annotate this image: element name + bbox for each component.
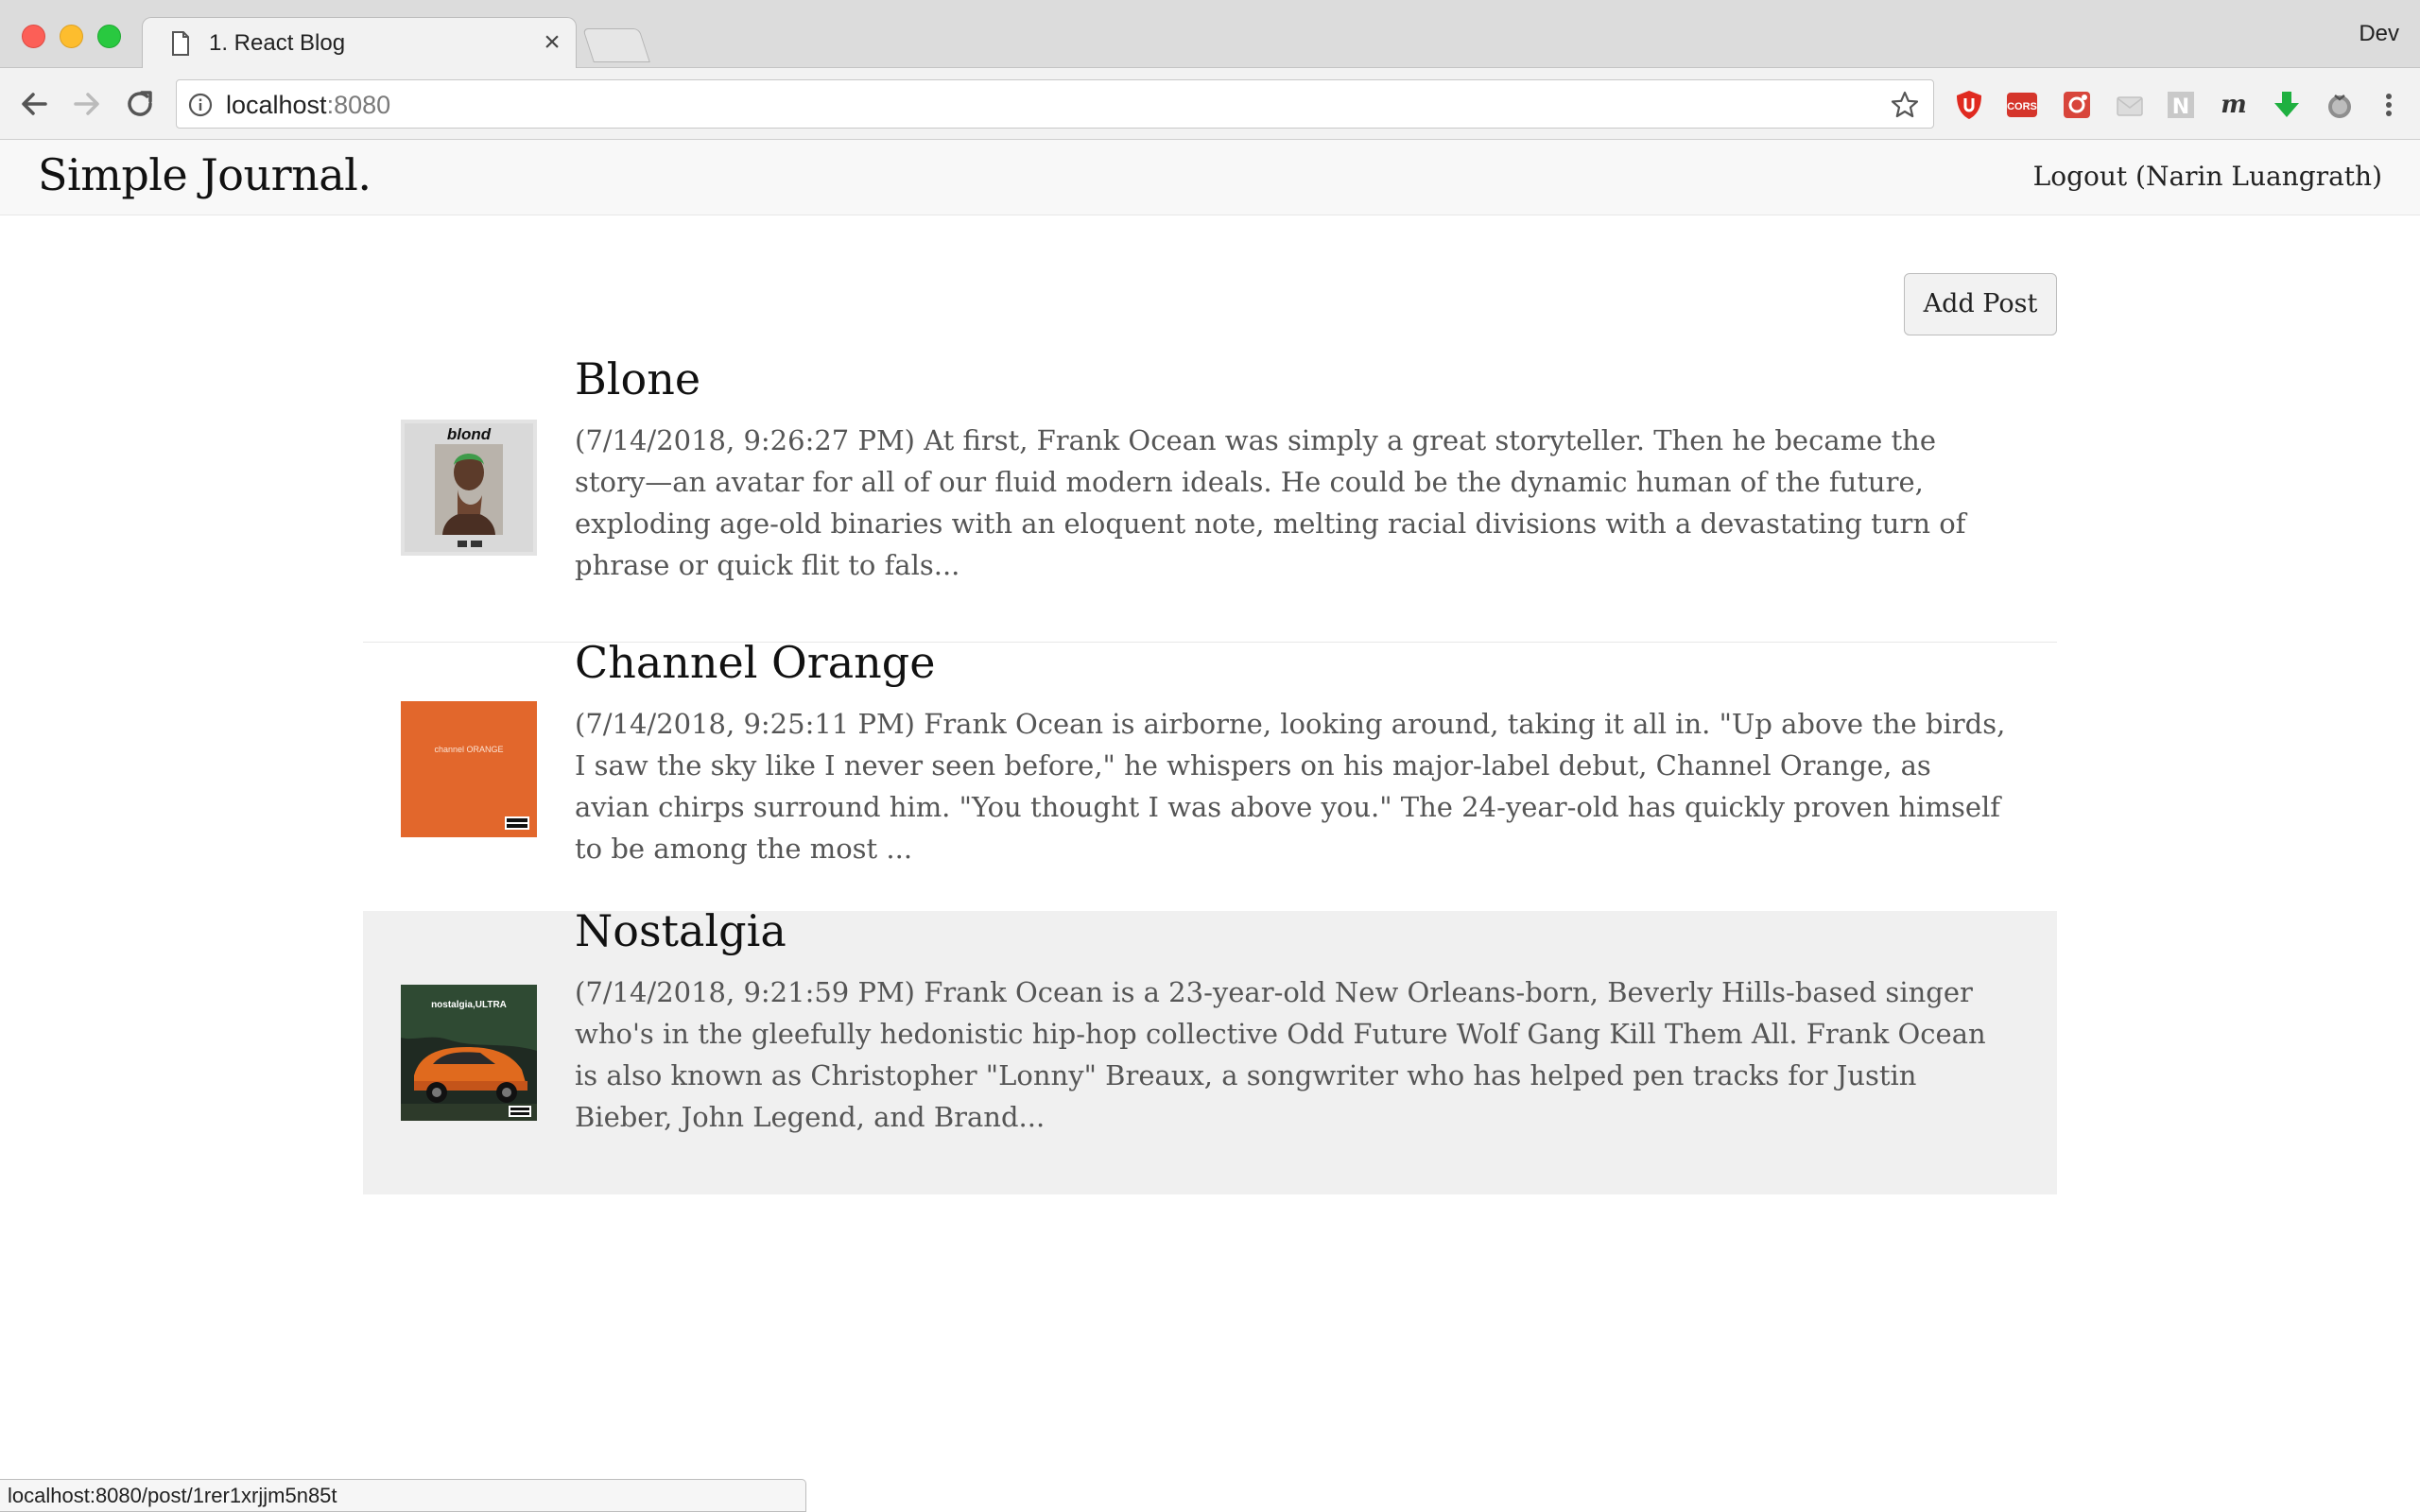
post-title[interactable]: Blone	[575, 353, 700, 404]
browser-toolbar: localhost:8080 CORS N m	[0, 68, 2420, 140]
cover-title-text: nostalgia,ULTRA	[431, 1000, 507, 1010]
cors-icon[interactable]: CORS	[2006, 89, 2038, 121]
post-title[interactable]: Nostalgia	[575, 905, 786, 956]
post-list-item[interactable]: channel ORANGE Channel Orange (7/14/2018…	[363, 637, 2057, 926]
site-brand[interactable]: Simple Journal.	[38, 149, 372, 200]
browser-tab-strip: 1. React Blog × Dev	[0, 0, 2420, 69]
browser-tab-active[interactable]: 1. React Blog ×	[142, 17, 577, 69]
ublock-icon[interactable]	[1953, 89, 1985, 121]
post-excerpt: (7/14/2018, 9:26:27 PM) At first, Frank …	[575, 424, 1966, 581]
notion-icon[interactable]: N	[2165, 89, 2197, 121]
post-list-item[interactable]: nostalgia,ULTRA Nostalgia (7/14/2018, 9:…	[363, 905, 2057, 1194]
post-cover-blond: blond	[401, 420, 537, 556]
reload-icon[interactable]	[121, 85, 159, 123]
m-icon[interactable]: m	[2218, 89, 2250, 121]
logout-link[interactable]: Logout (Narin Luangrath)	[2033, 161, 2382, 192]
screenshot-icon[interactable]	[2061, 89, 2093, 121]
svg-text:CORS: CORS	[2007, 101, 2037, 112]
tab-title: 1. React Blog	[209, 30, 346, 56]
post-cover-channel-orange: channel ORANGE	[401, 701, 537, 837]
svg-text:m: m	[2221, 91, 2247, 119]
post-list-item[interactable]: blond Blone (7/14/2018, 9:26:27 PM) At f…	[363, 353, 2057, 643]
post-cover-nostalgia-ultra: nostalgia,ULTRA	[401, 985, 537, 1121]
new-tab-button[interactable]	[582, 28, 650, 62]
post-excerpt: (7/14/2018, 9:25:11 PM) Frank Ocean is a…	[575, 708, 2006, 865]
post-excerpt: (7/14/2018, 9:21:59 PM) Frank Ocean is a…	[575, 976, 1986, 1133]
address-bar[interactable]: localhost:8080	[176, 79, 1934, 129]
close-tab-icon[interactable]: ×	[538, 26, 566, 60]
url-text: localhost:8080	[226, 91, 390, 120]
close-window-button[interactable]	[22, 25, 45, 48]
info-icon[interactable]	[188, 93, 213, 117]
cover-title-text: blond	[447, 425, 492, 443]
bookmark-star-icon[interactable]	[1890, 90, 1920, 120]
download-icon[interactable]	[2271, 89, 2303, 121]
menu-icon[interactable]	[2373, 89, 2405, 121]
cover-title-text: channel ORANGE	[434, 745, 503, 754]
link-status-bar: localhost:8080/post/1rer1xrjjm5n85t	[0, 1479, 806, 1512]
forward-icon[interactable]	[68, 85, 106, 123]
post-title[interactable]: Channel Orange	[575, 637, 935, 688]
url-host: localhost	[226, 91, 327, 119]
url-port: :8080	[326, 91, 391, 119]
mail-icon[interactable]	[2114, 89, 2146, 121]
document-icon	[172, 31, 189, 56]
zoom-window-button[interactable]	[97, 25, 121, 48]
svg-text:N: N	[2172, 95, 2189, 119]
tomato-icon[interactable]	[2324, 89, 2356, 121]
back-icon[interactable]	[15, 85, 53, 123]
add-post-button[interactable]: Add Post	[1904, 273, 2057, 335]
site-header: Simple Journal. Logout (Narin Luangrath)	[0, 140, 2420, 215]
profile-name[interactable]: Dev	[2359, 21, 2399, 47]
minimize-window-button[interactable]	[60, 25, 83, 48]
